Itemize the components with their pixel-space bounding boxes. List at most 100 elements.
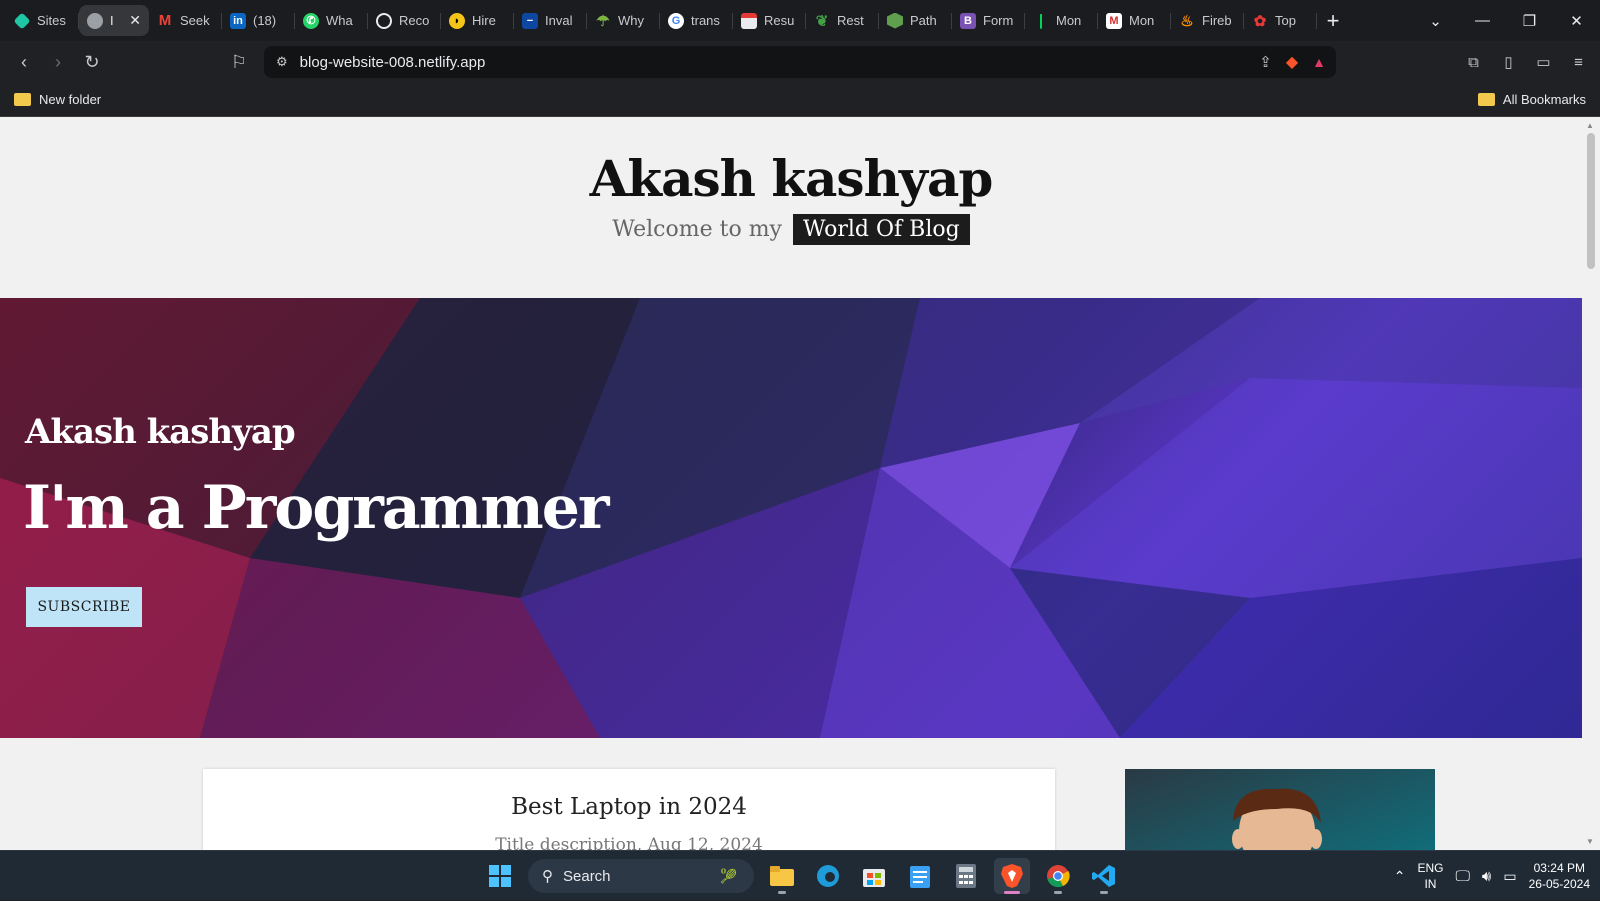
umbrella-icon: ☂ (596, 12, 610, 30)
tab-label: (18) (253, 13, 277, 28)
taskbar-apps: ⚲ Search 🎾︎ (482, 851, 1122, 901)
tab[interactable]: Path (879, 5, 952, 36)
bookmark-icon[interactable]: ⚐ (222, 45, 256, 79)
window-controls: ⌄ — ❐ ✕ (1412, 0, 1600, 41)
folder-icon (1477, 93, 1495, 106)
share-icon[interactable]: ⇪ (1259, 53, 1272, 71)
file-explorer-icon[interactable] (764, 858, 800, 894)
store-icon[interactable] (856, 858, 892, 894)
tab[interactable]: B Form (952, 5, 1025, 36)
brave-rewards-icon[interactable]: ▲ (1312, 54, 1326, 70)
notepad-icon[interactable] (902, 858, 938, 894)
taskbar-search[interactable]: ⚲ Search 🎾︎ (528, 859, 754, 893)
tab[interactable]: M Seek (149, 5, 222, 36)
close-window-icon[interactable]: ✕ (1553, 12, 1600, 30)
reload-icon[interactable]: ↻ (75, 45, 109, 79)
menu-icon[interactable]: ≡ (1561, 54, 1596, 71)
blog-post-card[interactable]: Best Laptop in 2024 Title description, A… (203, 769, 1055, 850)
tab-label: trans (691, 13, 720, 28)
tab-label: Mon (1129, 13, 1155, 28)
tab[interactable]: ❘ Mon (1025, 5, 1098, 36)
tab[interactable]: ◗ Hire (441, 5, 514, 36)
tab[interactable]: Sites (6, 5, 79, 36)
tab[interactable]: ❦ Rest (806, 5, 879, 36)
toolbar-right: ⧉ ▯ ▭ ≡ (1456, 41, 1596, 83)
bookmarks-bar: New folder All Bookmarks (0, 83, 1600, 117)
hero-name: Akash kashyap (25, 412, 296, 452)
search-icon: ⚲ (542, 868, 553, 885)
tab[interactable]: in (18) (222, 5, 295, 36)
vscode-icon[interactable] (1086, 858, 1122, 894)
back-icon[interactable]: ‹ (7, 45, 41, 79)
subscribe-button[interactable]: SUBSCRIBE (26, 587, 142, 627)
wallet-icon[interactable]: ▭ (1526, 53, 1561, 71)
page-viewport: Akash kashyap Welcome to my World Of Blo… (0, 117, 1600, 850)
tab-label: Fireb (1202, 13, 1232, 28)
tab-label: Inval (545, 13, 573, 28)
bookmark-folder[interactable]: New folder (39, 92, 101, 107)
hire-icon: ◗ (449, 12, 465, 29)
tab-label: Rest (837, 13, 864, 28)
page-scrollbar[interactable]: ▲ ▼ (1582, 117, 1600, 850)
calculator-icon[interactable] (948, 858, 984, 894)
tab-active[interactable]: I ✕ (79, 5, 149, 36)
tab[interactable]: − Inval (514, 5, 587, 36)
tab-label: Why (618, 13, 644, 28)
tab[interactable]: ♨ Fireb (1171, 5, 1244, 36)
diamond-icon (13, 12, 31, 29)
edge-icon[interactable] (810, 858, 846, 894)
site-settings-icon[interactable]: ⚙ (276, 54, 288, 70)
language-indicator[interactable]: ENG IN (1417, 860, 1443, 892)
resume-icon (741, 12, 757, 29)
url-text[interactable]: blog-website-008.netlify.app (300, 54, 486, 71)
search-highlight-icon: 🎾︎ (718, 868, 738, 885)
tab[interactable]: Gtrans (660, 5, 733, 36)
tab-label: Wha (326, 13, 353, 28)
tab[interactable]: M Mon (1098, 5, 1171, 36)
brave-browser-icon[interactable] (994, 858, 1030, 894)
volume-icon[interactable]: 🔊︎ (1482, 868, 1491, 885)
address-bar[interactable]: ⚙ blog-website-008.netlify.app ⇪ ◆ ▲ (264, 46, 1336, 78)
extensions-icon[interactable]: ⧉ (1456, 54, 1491, 71)
tab-search-icon[interactable]: ⌄ (1412, 12, 1459, 30)
restore-icon[interactable]: ❐ (1506, 12, 1553, 30)
windows-start-icon[interactable] (482, 858, 518, 894)
minimize-icon[interactable]: — (1459, 12, 1506, 29)
chrome-icon[interactable] (1040, 858, 1076, 894)
hero-tagline: I'm a Programmer (23, 473, 610, 543)
tab[interactable]: ✆ Wha (295, 5, 368, 36)
globe-icon (87, 12, 103, 29)
tab-label: Seek (180, 13, 210, 28)
clock[interactable]: 03:24 PM 26-05-2024 (1529, 860, 1590, 892)
chevron-up-icon[interactable]: ⌃ (1394, 868, 1406, 885)
tab[interactable]: ✿ Top (1244, 5, 1317, 36)
scroll-thumb[interactable] (1587, 133, 1595, 269)
brave-shield-icon[interactable]: ◆ (1286, 52, 1298, 72)
subtitle-tag: World Of Blog (792, 214, 970, 245)
new-tab-button[interactable]: + (1317, 5, 1349, 37)
hero-banner: Akash kashyap I'm a Programmer SUBSCRIBE (0, 298, 1582, 738)
battery-icon[interactable]: ▭ (1503, 868, 1516, 885)
tab[interactable]: ☂ Why (587, 5, 660, 36)
post-title[interactable]: Best Laptop in 2024 (203, 794, 1055, 820)
leaf-icon: ❦ (815, 12, 829, 30)
tab-label: Hire (472, 13, 496, 28)
avatar (1232, 788, 1322, 850)
lang-top: ENG (1417, 861, 1444, 875)
firebase-icon: ♨ (1180, 12, 1194, 30)
scroll-up-icon[interactable]: ▲ (1586, 121, 1594, 130)
tab[interactable]: Resu (733, 5, 806, 36)
sidebar-icon[interactable]: ▯ (1491, 53, 1526, 71)
bootstrap-icon: B (960, 12, 976, 29)
close-tab-icon[interactable]: ✕ (129, 12, 141, 29)
subtitle-prefix: Welcome to my (612, 217, 782, 242)
clock-date: 26-05-2024 (1528, 877, 1590, 891)
tab[interactable]: Reco (368, 5, 441, 36)
node-icon (887, 12, 903, 29)
scroll-down-icon[interactable]: ▼ (1586, 837, 1594, 846)
linkedin-icon: in (230, 12, 246, 29)
network-icon[interactable]: 🖵︎ (1455, 868, 1469, 885)
all-bookmarks[interactable]: All Bookmarks (1477, 92, 1586, 107)
forward-icon[interactable]: › (41, 45, 75, 79)
tab-label: I (110, 13, 114, 28)
